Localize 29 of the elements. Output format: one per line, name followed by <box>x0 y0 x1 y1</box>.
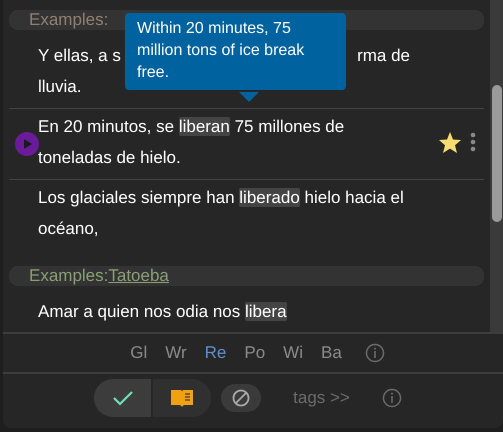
known-button[interactable] <box>94 379 152 417</box>
example-sentence: En 20 minutos, se liberan 75 millones de toneladas de hielo. <box>38 116 346 169</box>
block-icon <box>231 388 252 408</box>
sentence-fragment: rma de <box>357 45 410 67</box>
example-sentence: Amar a quien nos odia nos libera <box>38 301 288 323</box>
info-icon[interactable] <box>364 343 385 363</box>
more-icon[interactable] <box>470 132 476 152</box>
source-tab[interactable]: Gl <box>122 343 156 363</box>
dictionary-button[interactable] <box>153 379 212 417</box>
ignore-button[interactable] <box>221 384 262 412</box>
source-tab[interactable]: Wi <box>275 343 311 363</box>
source-tab[interactable]: Wr <box>157 343 195 363</box>
sentence-fragment: Y ellas, a s <box>38 45 121 67</box>
book-icon <box>170 388 194 408</box>
example-sentence: Los glaciales siempre han liberado hielo hacia el océano, <box>38 187 405 240</box>
info-icon[interactable] <box>382 388 402 408</box>
scrollbar[interactable] <box>490 0 503 332</box>
check-icon <box>112 390 134 406</box>
tooltip-pointer <box>239 92 259 102</box>
sentence-fragment: lluvia. <box>38 76 82 98</box>
tags-link[interactable]: tags >> <box>293 388 350 408</box>
translation-tooltip: Within 20 minutes, 75 million tons of ice break free. <box>125 13 346 90</box>
star-icon[interactable] <box>438 130 462 154</box>
source-tab[interactable]: Po <box>236 343 274 363</box>
source-link[interactable]: Tatoeba <box>108 266 169 286</box>
section-title: Examples: <box>29 266 108 286</box>
source-tab[interactable]: Ba <box>312 343 350 363</box>
source-tab[interactable]: Re <box>196 343 234 363</box>
section-title: Examples: <box>29 10 108 30</box>
